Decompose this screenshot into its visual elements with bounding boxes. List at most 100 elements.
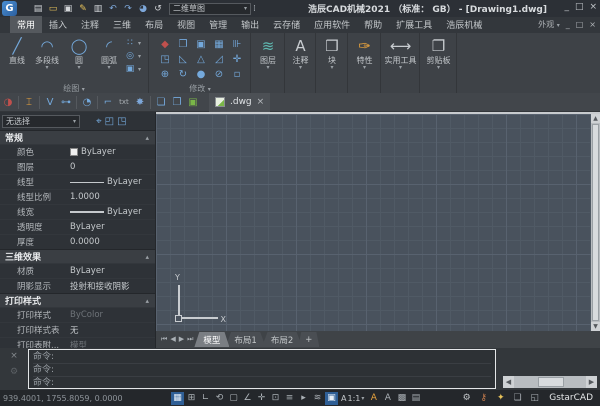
close-button[interactable]: × (589, 2, 597, 12)
snap-toggle-icon[interactable]: ▦ (171, 392, 184, 405)
snap-center-icon[interactable]: ✛ (228, 52, 246, 67)
rectangle-tool[interactable]: ▣▾ (124, 63, 141, 75)
command-input-line[interactable]: 命令: (33, 377, 491, 389)
polyline-tool[interactable]: ◠ 多段线 ▾ (32, 36, 62, 70)
tab-apps[interactable]: 应用软件 (307, 16, 357, 33)
redo-icon[interactable]: ↷ (121, 2, 135, 16)
tab-home[interactable]: 常用 (10, 16, 42, 33)
property-row-plot-style[interactable]: 打印样式 ByColor (0, 307, 155, 322)
isodraft-icon[interactable]: ▩ (395, 392, 408, 405)
vertical-scrollbar[interactable]: ▲ ▼ (591, 114, 600, 331)
appearance-dropdown[interactable]: 外观 ▾ (538, 19, 560, 30)
command-window[interactable]: 命令: 命令: 命令: (28, 349, 496, 389)
first-tab-icon[interactable]: ⏮ (161, 335, 167, 344)
hardware-accel-icon[interactable]: ✦ (494, 392, 507, 405)
osnap3d-toggle-icon[interactable]: ∠ (241, 392, 254, 405)
layer-tool[interactable]: ≋ 图层 ▾ (252, 36, 284, 70)
tab-mechanical[interactable]: 浩辰机械 (439, 16, 489, 33)
mech-table-icon[interactable]: ▣ (185, 95, 201, 110)
document-tab[interactable]: .dwg × (209, 93, 270, 112)
mech-roughness-icon[interactable]: ◔ (79, 95, 95, 110)
doc-close-button[interactable]: × (589, 20, 596, 29)
selection-dropdown[interactable]: 无选择 ▾ (2, 115, 80, 128)
selection-cycling-icon[interactable]: ▸ (297, 392, 310, 405)
mech-tolerance-icon[interactable]: ⊶ (58, 95, 74, 110)
copy-icon[interactable]: ❐ (174, 37, 192, 52)
autoscale-icon[interactable]: A (381, 392, 394, 405)
scroll-left-icon[interactable]: ◀ (503, 376, 514, 388)
property-row-linetype-scale[interactable]: 线型比例 1.0000 (0, 189, 155, 204)
fullscreen-icon[interactable]: ◱ (528, 392, 541, 405)
point-tool[interactable]: ∷▾ (124, 37, 141, 49)
add-layout-button[interactable]: + (298, 332, 319, 347)
arc-tool[interactable]: ◜ 圆弧 ▾ (94, 36, 124, 70)
workspace-dropdown[interactable]: 二维草图 ▾ (169, 3, 251, 15)
section-plot-style[interactable]: 打印样式 ▴ (0, 293, 155, 307)
utilities-tool[interactable]: ⟷ 实用工具 ▾ (382, 36, 419, 70)
trim-icon[interactable]: ⊘ (210, 67, 228, 82)
tab-model[interactable]: 模型 (194, 332, 229, 347)
annotation-scale-dropdown[interactable]: A 1:1 ▾ (339, 394, 366, 403)
property-row-plot-table[interactable]: 打印样式表 无 (0, 322, 155, 337)
line-tool[interactable]: ╱ 直线 (2, 36, 32, 65)
panel-draw-footer[interactable]: 绘图 ▾ (0, 83, 148, 93)
mech-leader-icon[interactable]: ⌐ (100, 95, 116, 110)
tab-output[interactable]: 输出 (234, 16, 266, 33)
tab-cloud[interactable]: 云存储 (266, 16, 307, 33)
stretch-icon[interactable]: ◺ (174, 52, 192, 67)
prev-tab-icon[interactable]: ◀ (170, 335, 175, 344)
annotate-tool[interactable]: A 注释 ▾ (286, 36, 315, 70)
property-row-color[interactable]: 颜色 ByLayer (0, 144, 155, 159)
property-row-material[interactable]: 材质 ByLayer (0, 263, 155, 278)
open-file-icon[interactable]: ▭ (46, 2, 60, 16)
property-row-lineweight[interactable]: 线宽 ByLayer (0, 204, 155, 219)
grid-toggle-icon[interactable]: ⊞ (185, 392, 198, 405)
mech-symbol-icon[interactable]: V (42, 95, 58, 110)
save-as-icon[interactable]: ✎ (76, 2, 90, 16)
refresh-icon[interactable]: ↺ (151, 2, 165, 16)
vertical-scroll-thumb[interactable] (592, 124, 599, 321)
new-file-icon[interactable]: ▤ (31, 2, 45, 16)
circle-tool[interactable]: ◯ 圆 ▾ (64, 36, 94, 70)
property-row-linetype[interactable]: 线型 ByLayer (0, 174, 155, 189)
dynamic-input-toggle-icon[interactable]: ▣ (325, 392, 338, 405)
ducs-toggle-icon[interactable]: ⊡ (269, 392, 282, 405)
mech-title-block-icon[interactable]: ❏ (153, 95, 169, 110)
quick-select-icon[interactable]: ⌖ (96, 116, 102, 127)
settings-gear-icon[interactable]: ⚙ (460, 392, 473, 405)
quick-properties-icon[interactable]: ▤ (409, 392, 422, 405)
scroll-up-icon[interactable]: ▲ (591, 114, 600, 123)
scale-icon[interactable]: △ (192, 52, 210, 67)
lock-ui-icon[interactable]: ⚷ (477, 392, 490, 405)
scroll-right-icon[interactable]: ▶ (586, 376, 597, 388)
doc-restore-button[interactable]: □ (576, 20, 584, 29)
scroll-down-icon[interactable]: ▼ (591, 322, 600, 331)
block-tool[interactable]: ❒ 块 ▾ (317, 36, 347, 70)
mech-standard-icon[interactable]: ◑ (0, 95, 16, 110)
isolate-objects-icon[interactable]: ≋ (311, 392, 324, 405)
select-objects-icon[interactable]: ◰ (105, 116, 114, 127)
app-logo-icon[interactable]: G (2, 1, 17, 16)
minimize-button[interactable]: _ (564, 2, 569, 12)
mech-text-icon[interactable]: txt (116, 95, 132, 110)
close-icon[interactable]: × (10, 351, 18, 361)
annotation-visibility-icon[interactable]: A (367, 392, 380, 405)
fillet-icon[interactable]: ◿ (210, 52, 228, 67)
donut-tool[interactable]: ◎▾ (124, 50, 141, 62)
tab-layout[interactable]: 布局 (138, 16, 170, 33)
save-icon[interactable]: ▣ (61, 2, 75, 16)
explode-icon[interactable]: ▫ (228, 67, 246, 82)
clean-screen-icon[interactable]: ❏ (511, 392, 524, 405)
tab-layout2[interactable]: 布局2 (262, 332, 302, 347)
align-icon[interactable]: ⊪ (228, 37, 246, 52)
last-tab-icon[interactable]: ⏭ (187, 335, 193, 344)
property-row-shadow[interactable]: 阴影显示 投射和接收阴影 (0, 278, 155, 293)
print-icon[interactable]: ▥ (91, 2, 105, 16)
region-icon[interactable]: ● (192, 67, 210, 82)
mech-dimension-icon[interactable]: ⌶ (21, 95, 37, 110)
move-icon[interactable]: ⊕ (156, 67, 174, 82)
maximize-button[interactable]: □ (575, 2, 584, 12)
doc-minimize-button[interactable]: _ (566, 20, 570, 29)
undo-icon[interactable]: ↶ (106, 2, 120, 16)
tab-insert[interactable]: 插入 (42, 16, 74, 33)
